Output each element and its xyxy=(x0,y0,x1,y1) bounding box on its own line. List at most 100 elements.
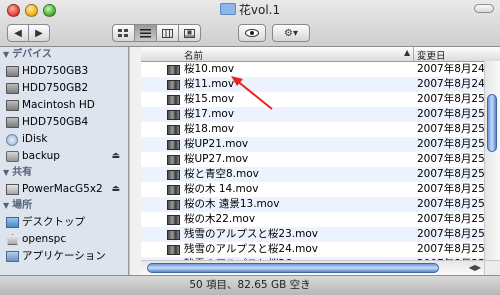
sidebar-item-hdd750gb3[interactable]: HDD750GB3 xyxy=(0,63,128,80)
sidebar-item-applications[interactable]: アプリケーション xyxy=(0,248,128,265)
movie-file-icon xyxy=(167,170,180,180)
table-row[interactable]: 残雪のアルプスと桜23.mov 2007年8月25日 xyxy=(141,227,484,242)
folder-icon xyxy=(219,3,236,15)
eject-icon[interactable]: ⏏ xyxy=(111,181,120,198)
table-row[interactable]: 桜15.mov 2007年8月25日 xyxy=(141,92,484,107)
table-row[interactable]: 桜の木22.mov 2007年8月25日 xyxy=(141,212,484,227)
file-name: 桜の木22.mov xyxy=(184,213,256,225)
gear-icon: ⚙▾ xyxy=(284,27,298,39)
table-row[interactable]: 桜UP27.mov 2007年8月25日 xyxy=(141,152,484,167)
sidebar-item-hdd750gb4[interactable]: HDD750GB4 xyxy=(0,114,128,131)
movie-file-icon xyxy=(167,140,180,150)
scroll-arrows-icon[interactable]: ◀▶ xyxy=(469,261,484,274)
horizontal-scrollbar[interactable]: ◀▶ xyxy=(141,260,484,275)
file-name: 桜15.mov xyxy=(184,93,235,105)
table-row[interactable]: 桜11.mov 2007年8月24日 xyxy=(141,77,484,92)
file-date: 2007年8月25日 xyxy=(417,153,484,165)
sidebar-section-devices[interactable]: ▼ デバイス xyxy=(0,47,128,63)
coverflow-view-icon xyxy=(184,28,195,38)
status-bar: 50 項目、82.65 GB 空き xyxy=(0,275,500,295)
computer-icon xyxy=(6,184,19,195)
file-date: 2007年8月25日 xyxy=(417,198,484,210)
sidebar-section-label: 共有 xyxy=(12,167,33,178)
column-header-name[interactable]: 名前 xyxy=(184,48,203,62)
finder-window: 花vol.1 ◀ ▶ ⚙▾ ▼ デバイス HDD750GB3 HDD750GB2… xyxy=(0,0,500,295)
file-name: 残雪のアルプスと桜23.mov xyxy=(184,228,318,240)
column-view-icon xyxy=(162,28,173,38)
disclosure-triangle-icon[interactable]: ▼ xyxy=(3,165,9,181)
coverflow-view-button[interactable] xyxy=(178,24,201,42)
file-date: 2007年8月25日 xyxy=(417,213,484,225)
sidebar-item-label: HDD750GB2 xyxy=(22,82,89,94)
icon-view-button[interactable] xyxy=(112,24,135,42)
movie-file-icon xyxy=(167,80,180,90)
sidebar-item-label: HDD750GB4 xyxy=(22,116,89,128)
list-view-button[interactable] xyxy=(134,24,157,42)
file-date: 2007年8月25日 xyxy=(417,243,484,255)
sidebar-item-backup[interactable]: backup ⏏ xyxy=(0,148,128,165)
title-toolbar-bar: 花vol.1 ◀ ▶ ⚙▾ xyxy=(0,0,500,47)
sidebar-item-powermacg5x2[interactable]: PowerMacG5x2 ⏏ xyxy=(0,181,128,198)
sidebar: ▼ デバイス HDD750GB3 HDD750GB2 Macintosh HD H… xyxy=(0,47,129,275)
file-name: 桜18.mov xyxy=(184,123,235,135)
file-name: 残雪のアルプスと桜24.mov xyxy=(184,243,318,255)
table-row[interactable]: 桜UP21.mov 2007年8月25日 xyxy=(141,137,484,152)
sidebar-item-macintosh-hd[interactable]: Macintosh HD xyxy=(0,97,128,114)
applications-icon xyxy=(6,251,19,262)
file-name: 桜11.mov xyxy=(184,78,235,90)
sidebar-section-shared[interactable]: ▼ 共有 xyxy=(0,165,128,181)
column-view-button[interactable] xyxy=(156,24,179,42)
movie-file-icon xyxy=(167,65,180,75)
vertical-scrollbar[interactable] xyxy=(484,61,500,260)
sidebar-item-label: HDD750GB3 xyxy=(22,65,89,77)
back-button[interactable]: ◀ xyxy=(7,24,29,42)
file-list: 名前 ▲ 変更日 桜10.mov2007年8月24日桜11.mov2007年8月… xyxy=(141,47,500,275)
movie-file-icon xyxy=(167,230,180,240)
table-row[interactable]: 桜の木 14.mov 2007年8月25日 xyxy=(141,182,484,197)
file-date: 2007年8月25日 xyxy=(417,183,484,195)
table-row[interactable]: 桜と青空8.mov 2007年8月25日 xyxy=(141,167,484,182)
eject-icon[interactable]: ⏏ xyxy=(111,148,120,165)
movie-file-icon xyxy=(167,215,180,225)
column-header-bar: 名前 ▲ 変更日 xyxy=(141,47,500,62)
table-row[interactable]: 残雪のアルプスと桜24.mov 2007年8月25日 xyxy=(141,242,484,257)
sidebar-item-openspc[interactable]: openspc xyxy=(0,231,128,248)
sidebar-item-label: Macintosh HD xyxy=(22,99,95,111)
file-date: 2007年8月25日 xyxy=(417,138,484,150)
disclosure-triangle-icon[interactable]: ▼ xyxy=(3,47,9,63)
sidebar-item-idisk[interactable]: iDisk xyxy=(0,131,128,148)
forward-button[interactable]: ▶ xyxy=(28,24,50,42)
horizontal-scroll-thumb[interactable] xyxy=(147,263,439,273)
view-mode-buttons xyxy=(112,24,201,42)
sidebar-item-desktop[interactable]: デスクトップ xyxy=(0,214,128,231)
sort-arrow-icon: ▲ xyxy=(404,48,411,57)
home-icon xyxy=(6,234,19,245)
file-name: 桜の木 遠景13.mov xyxy=(184,198,280,210)
quick-look-button[interactable] xyxy=(238,24,266,42)
movie-file-icon xyxy=(167,185,180,195)
sidebar-item-label: openspc xyxy=(22,233,67,245)
toolbar-toggle-button[interactable] xyxy=(474,4,494,13)
resize-corner[interactable] xyxy=(484,260,500,275)
table-row[interactable]: 桜の木 遠景13.mov 2007年8月25日 xyxy=(141,197,484,212)
table-row[interactable]: 桜18.mov 2007年8月25日 xyxy=(141,122,484,137)
action-menu-button[interactable]: ⚙▾ xyxy=(272,24,310,42)
sidebar-section-places[interactable]: ▼ 場所 xyxy=(0,198,128,214)
list-view-icon xyxy=(140,28,151,37)
sidebar-scrollbar[interactable] xyxy=(129,47,141,275)
movie-file-icon xyxy=(167,155,180,165)
sidebar-item-hdd750gb2[interactable]: HDD750GB2 xyxy=(0,80,128,97)
column-divider[interactable] xyxy=(413,47,414,61)
file-date: 2007年8月25日 xyxy=(417,168,484,180)
vertical-scroll-thumb[interactable] xyxy=(487,94,497,152)
idisk-icon xyxy=(6,134,18,146)
disclosure-triangle-icon[interactable]: ▼ xyxy=(3,198,9,214)
sidebar-item-label: PowerMacG5x2 xyxy=(22,183,103,195)
desktop-icon xyxy=(6,217,19,228)
hard-disk-icon xyxy=(6,117,19,128)
movie-file-icon xyxy=(167,95,180,105)
file-name: 桜と青空8.mov xyxy=(184,168,259,180)
table-row[interactable]: 桜10.mov 2007年8月24日 xyxy=(141,62,484,77)
column-header-date[interactable]: 変更日 xyxy=(417,48,446,62)
table-row[interactable]: 桜17.mov 2007年8月25日 xyxy=(141,107,484,122)
